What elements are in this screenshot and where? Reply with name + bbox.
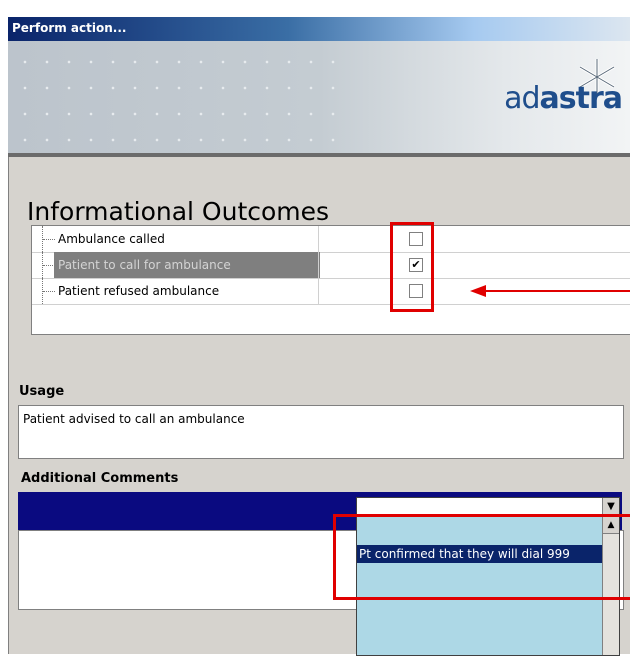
outcome-label: Patient refused ambulance	[58, 284, 220, 298]
outcomes-tree: Ambulance called Patient to call for amb…	[31, 225, 630, 335]
outcome-label: Patient to call for ambulance	[54, 252, 320, 278]
window-title: Perform action...	[12, 21, 127, 35]
page-title: Informational Outcomes	[27, 197, 330, 226]
logo-text-light: ad	[504, 81, 540, 116]
outcome-row-selected[interactable]: Patient to call for ambulance ✔	[32, 252, 630, 279]
tree-connector	[42, 226, 57, 252]
outcome-label: Ambulance called	[58, 232, 165, 246]
usage-text: Patient advised to call an ambulance	[23, 412, 245, 426]
title-bar[interactable]: Perform action...	[8, 17, 630, 41]
adastra-logo: adastra	[504, 81, 623, 116]
annotation-highlight-checkboxes	[390, 222, 434, 312]
logo-text-bold: astra	[539, 81, 623, 116]
annotation-arrow-icon	[470, 285, 630, 297]
column-separator	[318, 252, 319, 278]
outcome-row[interactable]: Ambulance called	[32, 226, 630, 253]
additional-comments-label: Additional Comments	[21, 471, 179, 486]
adastra-banner: adastra	[8, 41, 630, 153]
column-separator	[318, 278, 319, 304]
usage-field[interactable]: Patient advised to call an ambulance	[18, 405, 624, 459]
usage-label: Usage	[19, 384, 65, 399]
tree-connector	[42, 278, 57, 304]
column-separator	[318, 226, 319, 252]
banner-dot-pattern	[8, 41, 338, 153]
annotation-highlight-dropdown	[333, 514, 630, 600]
